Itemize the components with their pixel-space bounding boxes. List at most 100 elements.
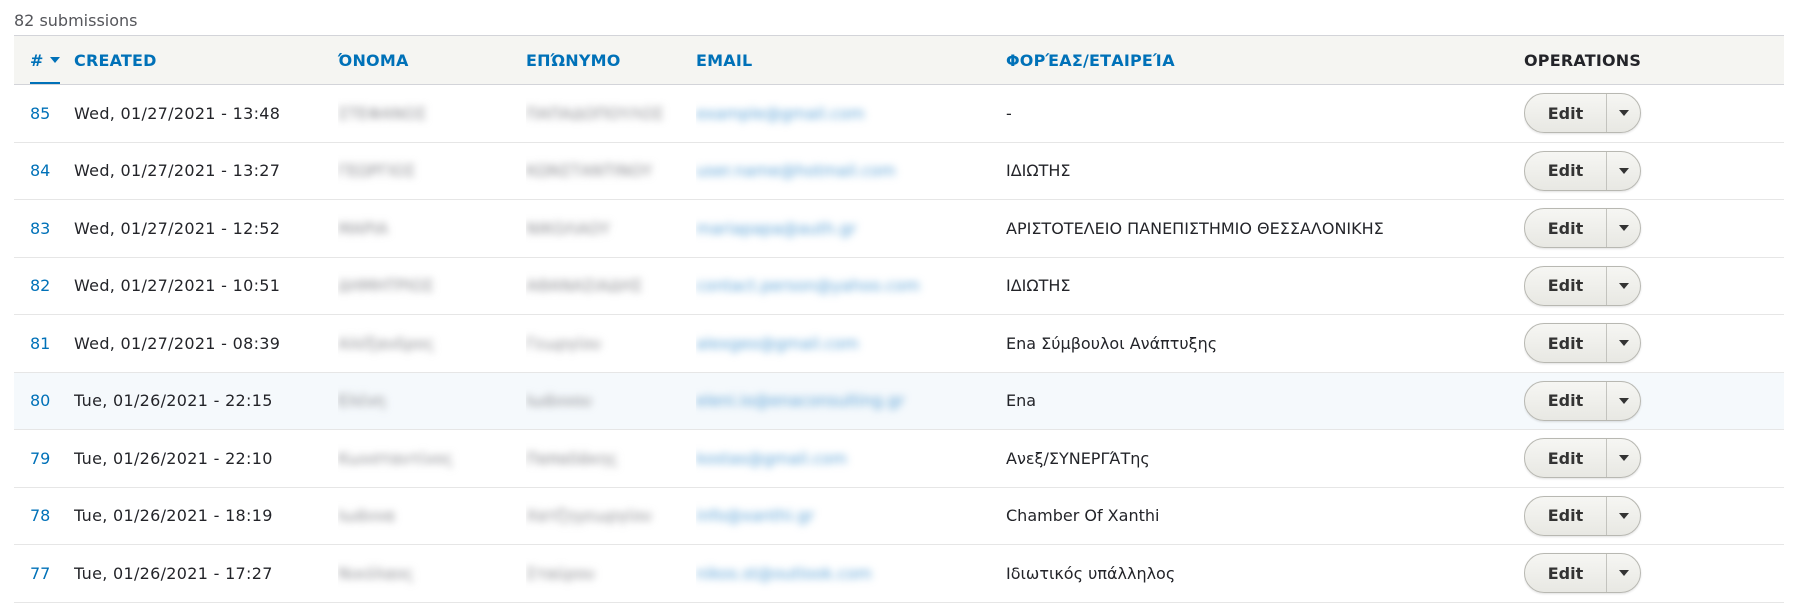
column-header-id-label: # — [30, 50, 44, 70]
operations-dropdown-toggle[interactable] — [1607, 497, 1640, 535]
cell-onoma: Αλέξανδρος — [338, 314, 526, 373]
operations-dropdown-toggle[interactable] — [1607, 324, 1640, 362]
cell-email: nikos.st@outlook.com — [696, 544, 1006, 603]
cell-eponymo: Χατζηγεωργίου — [526, 487, 696, 545]
operations-dropdown-toggle[interactable] — [1607, 439, 1640, 477]
cell-foreas: - — [1006, 84, 1524, 143]
operations-split-button: Edit — [1524, 323, 1641, 364]
cell-id: 79 — [14, 429, 74, 488]
operations-dropdown-toggle[interactable] — [1607, 152, 1640, 190]
cell-foreas: ΙΔΙΩΤΗΣ — [1006, 142, 1524, 200]
cell-eponymo: ΝΙΚΟΛΑΟΥ — [526, 199, 696, 258]
cell-created: Tue, 01/26/2021 - 22:15 — [74, 372, 338, 430]
edit-button[interactable]: Edit — [1525, 554, 1607, 593]
operations-dropdown-toggle[interactable] — [1607, 382, 1640, 420]
redacted-email-link[interactable]: contact.person@yahoo.com — [696, 276, 920, 295]
redacted-email-link[interactable]: eleni.io@enaconsulting.gr — [696, 391, 904, 410]
cell-onoma: Ελένη — [338, 372, 526, 430]
submission-id-link[interactable]: 82 — [30, 276, 50, 295]
edit-button[interactable]: Edit — [1525, 266, 1607, 305]
chevron-down-icon — [1618, 110, 1629, 117]
chevron-down-icon — [1618, 340, 1629, 347]
cell-created: Tue, 01/26/2021 - 17:27 — [74, 544, 338, 603]
redacted-first-name: ΔΗΜΗΤΡΙΟΣ — [338, 276, 434, 296]
cell-email: alexgeo@gmail.com — [696, 314, 1006, 373]
table-row: 77 Tue, 01/26/2021 - 17:27 Νικόλαος Σταύρου… — [14, 544, 1784, 603]
edit-button[interactable]: Edit — [1525, 439, 1607, 478]
cell-id: 81 — [14, 314, 74, 373]
edit-button[interactable]: Edit — [1525, 94, 1607, 133]
redacted-first-name: Ελένη — [338, 391, 386, 411]
submission-id-link[interactable]: 84 — [30, 161, 50, 180]
redacted-email-link[interactable]: nikos.st@outlook.com — [696, 564, 872, 583]
table-body: 85 Wed, 01/27/2021 - 13:48 ΣΤΕΦΑΝΟΣ ΠΑΠΑΔΟΠ… — [14, 84, 1784, 603]
submission-id-link[interactable]: 83 — [30, 219, 50, 238]
redacted-email-link[interactable]: user.name@hotmail.com — [696, 161, 896, 180]
operations-split-button: Edit — [1524, 93, 1641, 134]
submission-id-link[interactable]: 78 — [30, 506, 50, 525]
cell-email: example@gmail.com — [696, 84, 1006, 143]
redacted-first-name: ΣΤΕΦΑΝΟΣ — [338, 103, 427, 123]
cell-email: mariapapa@auth.gr — [696, 199, 1006, 258]
table-row: 78 Tue, 01/26/2021 - 18:19 Ιωάννα Χατζηγεωρ… — [14, 487, 1784, 545]
redacted-email-link[interactable]: alexgeo@gmail.com — [696, 334, 859, 353]
redacted-last-name: ΝΙΚΟΛΑΟΥ — [526, 218, 611, 238]
cell-foreas: ΑΡΙΣΤΟΤΕΛΕΙΟ ΠΑΝΕΠΙΣΤΗΜΙΟ ΘΕΣΣΑΛΟΝΙΚΗΣ — [1006, 199, 1524, 258]
redacted-email-link[interactable]: info@xanthi.gr — [696, 506, 814, 525]
cell-eponymo: Γεωργίου — [526, 314, 696, 373]
cell-operations: Edit — [1524, 544, 1784, 603]
cell-created: Wed, 01/27/2021 - 13:48 — [74, 84, 338, 143]
redacted-first-name: Κωνσταντίνος — [338, 448, 454, 468]
edit-button[interactable]: Edit — [1525, 496, 1607, 535]
operations-split-button: Edit — [1524, 265, 1641, 306]
column-header-id[interactable]: # — [14, 35, 74, 85]
submission-id-link[interactable]: 80 — [30, 391, 50, 410]
submission-id-link[interactable]: 81 — [30, 334, 50, 353]
cell-created: Wed, 01/27/2021 - 13:27 — [74, 142, 338, 200]
redacted-email-link[interactable]: mariapapa@auth.gr — [696, 219, 856, 238]
cell-email: eleni.io@enaconsulting.gr — [696, 372, 1006, 430]
cell-onoma: Νικόλαος — [338, 544, 526, 603]
operations-dropdown-toggle[interactable] — [1607, 267, 1640, 305]
chevron-down-icon — [1618, 512, 1629, 519]
cell-foreas: Ena Σύμβουλοι Ανάπτυξης — [1006, 314, 1524, 373]
redacted-email-link[interactable]: example@gmail.com — [696, 104, 865, 123]
column-header-email[interactable]: EMAIL — [696, 35, 1006, 85]
column-header-created[interactable]: CREATED — [74, 35, 338, 85]
cell-eponymo: Ιωάννου — [526, 372, 696, 430]
cell-id: 78 — [14, 487, 74, 545]
cell-operations: Edit — [1524, 257, 1784, 315]
submission-id-link[interactable]: 79 — [30, 449, 50, 468]
column-header-foreas[interactable]: ΦΟΡΈΑΣ/ΕΤΑΙΡΕΊΑ — [1006, 35, 1524, 85]
redacted-last-name: ΠΑΠΑΔΟΠΟΥΛΟΣ — [526, 103, 664, 123]
column-header-onoma[interactable]: ΌΝΟΜΑ — [338, 35, 526, 85]
operations-dropdown-toggle[interactable] — [1607, 94, 1640, 132]
table-row: 82 Wed, 01/27/2021 - 10:51 ΔΗΜΗΤΡΙΟΣ ΑΘΑΝΑΣ… — [14, 257, 1784, 315]
cell-operations: Edit — [1524, 199, 1784, 258]
submissions-page: 82 submissions # CREATED ΌΝΟΜΑ ΕΠΏΝΥΜΟ E… — [0, 0, 1796, 611]
operations-dropdown-toggle[interactable] — [1607, 554, 1640, 592]
operations-dropdown-toggle[interactable] — [1607, 209, 1640, 247]
cell-onoma: ΜΑΡΙΑ — [338, 199, 526, 258]
redacted-last-name: Σταύρου — [526, 563, 595, 583]
cell-id: 83 — [14, 199, 74, 258]
cell-foreas: Ανεξ/ΣΥΝΕΡΓΆΤης — [1006, 429, 1524, 488]
submission-id-link[interactable]: 77 — [30, 564, 50, 583]
cell-created: Wed, 01/27/2021 - 12:52 — [74, 199, 338, 258]
operations-split-button: Edit — [1524, 208, 1641, 249]
operations-split-button: Edit — [1524, 380, 1641, 421]
redacted-last-name: Ιωάννου — [526, 391, 592, 411]
submission-id-link[interactable]: 85 — [30, 104, 50, 123]
redacted-last-name: Παπαδάκης — [526, 448, 619, 468]
edit-button[interactable]: Edit — [1525, 151, 1607, 190]
edit-button[interactable]: Edit — [1525, 324, 1607, 363]
cell-eponymo: ΚΩΝΣΤΑΝΤΙΝΟΥ — [526, 142, 696, 200]
column-header-eponymo[interactable]: ΕΠΏΝΥΜΟ — [526, 35, 696, 85]
cell-email: info@xanthi.gr — [696, 487, 1006, 545]
edit-button[interactable]: Edit — [1525, 209, 1607, 248]
edit-button[interactable]: Edit — [1525, 381, 1607, 420]
redacted-email-link[interactable]: kostas@gmail.com — [696, 449, 847, 468]
cell-eponymo: Παπαδάκης — [526, 429, 696, 488]
cell-created: Tue, 01/26/2021 - 18:19 — [74, 487, 338, 545]
cell-operations: Edit — [1524, 429, 1784, 488]
